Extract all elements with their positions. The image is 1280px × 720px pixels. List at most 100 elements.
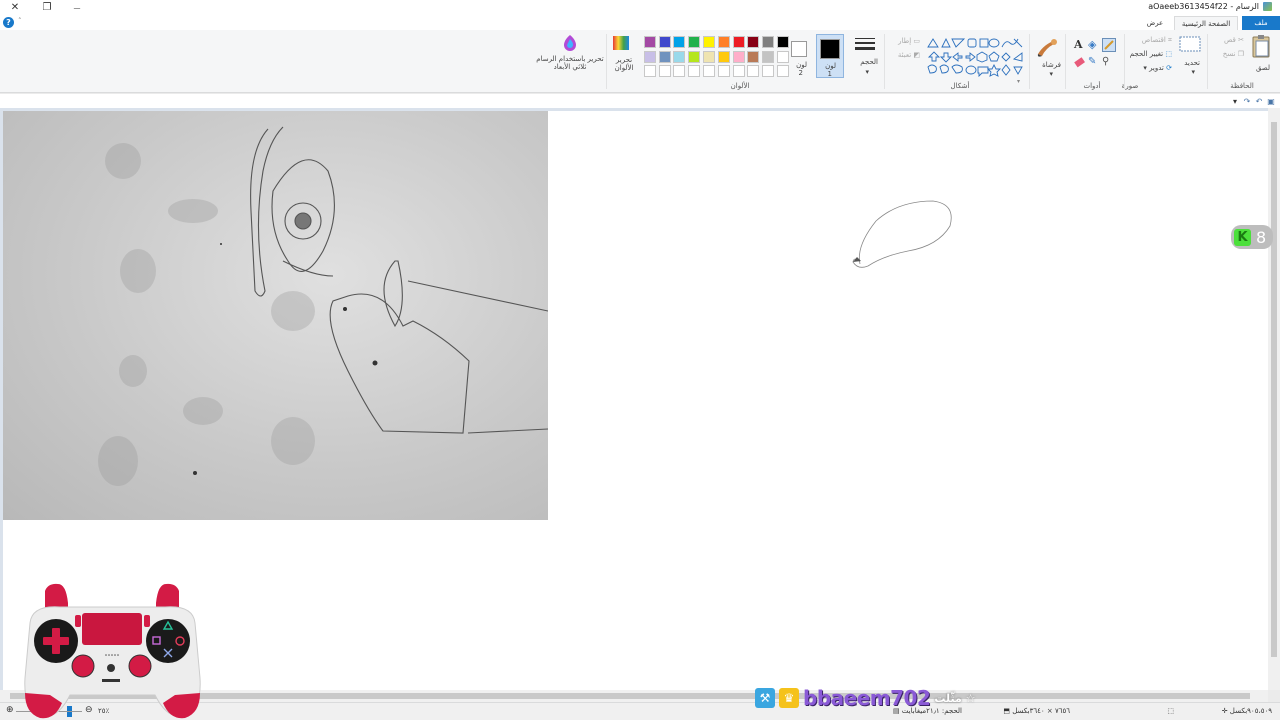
size-icon bbox=[855, 38, 875, 50]
palette-swatch[interactable] bbox=[643, 36, 656, 48]
palette-swatch[interactable] bbox=[658, 50, 671, 63]
palette-swatch[interactable] bbox=[747, 36, 760, 48]
pencil-tool[interactable] bbox=[1102, 38, 1116, 52]
size-label: الحجم bbox=[860, 58, 878, 66]
vertical-scroll-thumb[interactable] bbox=[1271, 122, 1277, 657]
color2-label: لون bbox=[796, 61, 807, 69]
magnifier-tool[interactable]: ⚲ bbox=[1102, 56, 1116, 70]
restore-icon: ❐ bbox=[42, 2, 52, 13]
custom-palette-swatch[interactable] bbox=[717, 65, 730, 77]
vertical-scrollbar[interactable] bbox=[1268, 108, 1280, 690]
palette-swatch[interactable] bbox=[777, 36, 789, 48]
paste-button[interactable]: لصق bbox=[1250, 34, 1272, 72]
window-title-text: aOaeeb3613454f22 - الرسام bbox=[1148, 2, 1259, 11]
palette-swatch[interactable] bbox=[703, 50, 715, 63]
paint3d-button[interactable]: تحرير باستخدام الرسام ثلاثي الأبعاد bbox=[536, 34, 604, 78]
tab-file[interactable]: ملف bbox=[1242, 16, 1280, 30]
zoom-in-button[interactable]: ⊕ bbox=[6, 705, 14, 715]
palette-swatch[interactable] bbox=[747, 50, 760, 63]
custom-palette-swatch[interactable] bbox=[777, 65, 789, 77]
shapes-gallery[interactable] bbox=[926, 37, 1024, 78]
counter-value: 8 bbox=[1256, 227, 1267, 247]
select-button[interactable]: تحديد ▾ bbox=[1178, 34, 1204, 78]
palette-swatch[interactable] bbox=[673, 36, 686, 48]
magnifier-icon: ⚲ bbox=[1102, 56, 1110, 67]
palette-swatch[interactable] bbox=[688, 36, 701, 48]
close-button[interactable]: ✕ bbox=[0, 0, 30, 15]
separator bbox=[1065, 34, 1066, 89]
palette-swatch[interactable] bbox=[717, 50, 730, 63]
custom-palette-swatch[interactable] bbox=[643, 65, 656, 77]
color-picker-tool[interactable]: ✎ bbox=[1088, 56, 1100, 70]
rotate-button[interactable]: ▾ تدوير ⟳ bbox=[1143, 64, 1172, 72]
paste-icon bbox=[1252, 35, 1270, 58]
fill-tool[interactable]: ◈ bbox=[1088, 38, 1100, 52]
cut-button[interactable]: قص ✂ bbox=[1224, 36, 1244, 44]
palette-swatch[interactable] bbox=[777, 50, 789, 63]
eraser-icon bbox=[1074, 57, 1085, 68]
custom-palette-swatch[interactable] bbox=[732, 65, 745, 77]
brushes-button[interactable]: فرشاة ▾ bbox=[1034, 34, 1064, 78]
custom-palette-swatch[interactable] bbox=[703, 65, 715, 77]
redo-icon[interactable]: ↷ bbox=[1242, 96, 1252, 106]
crown-badge-icon: ♛ bbox=[779, 688, 799, 708]
shapes-scroll-icon[interactable]: ▾ bbox=[1017, 78, 1020, 85]
minimize-button[interactable]: — bbox=[62, 0, 92, 15]
brushes-label: فرشاة bbox=[1042, 61, 1061, 69]
palette-swatch[interactable] bbox=[762, 50, 775, 63]
text-tool[interactable]: A bbox=[1074, 38, 1086, 52]
resize-button[interactable]: تغيير الحجم ⬚ bbox=[1130, 50, 1172, 58]
separator bbox=[1029, 34, 1030, 89]
palette-swatch[interactable] bbox=[643, 50, 656, 63]
shapes-icons bbox=[927, 37, 1023, 78]
save-icon[interactable]: ▣ bbox=[1266, 96, 1276, 106]
gamepad-overlay bbox=[24, 583, 201, 719]
pencil-icon bbox=[1104, 40, 1114, 50]
ribbon: لصق قص ✂ نسخ ❐ الحافظة تحديد ▾ اقتصاص ⌗ … bbox=[0, 30, 1280, 93]
close-icon: ✕ bbox=[10, 2, 20, 13]
crop-button[interactable]: اقتصاص ⌗ bbox=[1142, 36, 1172, 45]
tab-view[interactable]: عرض bbox=[1140, 16, 1170, 30]
custom-palette-swatch[interactable] bbox=[747, 65, 760, 77]
brush-icon bbox=[1037, 39, 1057, 57]
size-button[interactable]: الحجم ▾ bbox=[852, 34, 880, 78]
streamer-brand-overlay: ⚒ ♛ bbaeem702 مثّلت ☆ bbox=[755, 686, 976, 710]
help-icon[interactable]: ? bbox=[3, 17, 14, 28]
palette-swatch[interactable] bbox=[658, 36, 671, 48]
image-dimensions: ⬒ ٧٦٥٦ × ٣٦٤٠بكسل bbox=[1003, 707, 1070, 715]
color1-button[interactable]: لون 1 bbox=[816, 34, 844, 78]
eraser-tool[interactable] bbox=[1074, 56, 1086, 70]
custom-palette-swatch[interactable] bbox=[688, 65, 701, 77]
select-dropdown-icon[interactable]: ▾ bbox=[1191, 68, 1195, 76]
color1-num: 1 bbox=[827, 70, 832, 78]
fill-button[interactable]: تعبئة ◩ bbox=[898, 51, 920, 59]
custom-palette-swatch[interactable] bbox=[658, 65, 671, 77]
palette-swatch[interactable] bbox=[673, 50, 686, 63]
tab-home[interactable]: الصفحة الرئيسية bbox=[1174, 16, 1238, 30]
color2-num: 2 bbox=[798, 69, 803, 77]
color2-button[interactable]: لون 2 bbox=[788, 34, 812, 78]
customize-qat-icon[interactable]: ▾ bbox=[1230, 96, 1240, 106]
size-dropdown-icon: ▾ bbox=[865, 68, 869, 76]
shapes-group-label: أشكال bbox=[950, 82, 970, 90]
outline-button[interactable]: إطار ▭ bbox=[898, 37, 920, 45]
palette-swatch[interactable] bbox=[762, 36, 775, 48]
custom-palette-swatch[interactable] bbox=[673, 65, 686, 77]
palette-swatch[interactable] bbox=[703, 36, 715, 48]
colors-group-label: الألوان bbox=[730, 82, 750, 90]
undo-icon[interactable]: ↶ bbox=[1254, 96, 1264, 106]
palette-swatch[interactable] bbox=[717, 36, 730, 48]
copy-button[interactable]: نسخ ❐ bbox=[1223, 50, 1244, 58]
palette-swatch[interactable] bbox=[732, 36, 745, 48]
select-label: تحديد bbox=[1184, 59, 1200, 67]
ribbon-tabs: ? ˄ ملف الصفحة الرئيسية عرض bbox=[0, 15, 1280, 30]
palette-swatch[interactable] bbox=[732, 50, 745, 63]
counter-k-icon: K bbox=[1234, 228, 1251, 246]
color1-label: لون bbox=[825, 62, 836, 70]
palette-swatch[interactable] bbox=[688, 50, 701, 63]
custom-palette-swatch[interactable] bbox=[762, 65, 775, 77]
edit-colors-button[interactable]: تحرير الألوان bbox=[611, 34, 637, 78]
collapse-ribbon-icon[interactable]: ˄ bbox=[18, 17, 22, 25]
color1-swatch bbox=[820, 39, 840, 59]
restore-button[interactable]: ❐ bbox=[32, 0, 62, 15]
